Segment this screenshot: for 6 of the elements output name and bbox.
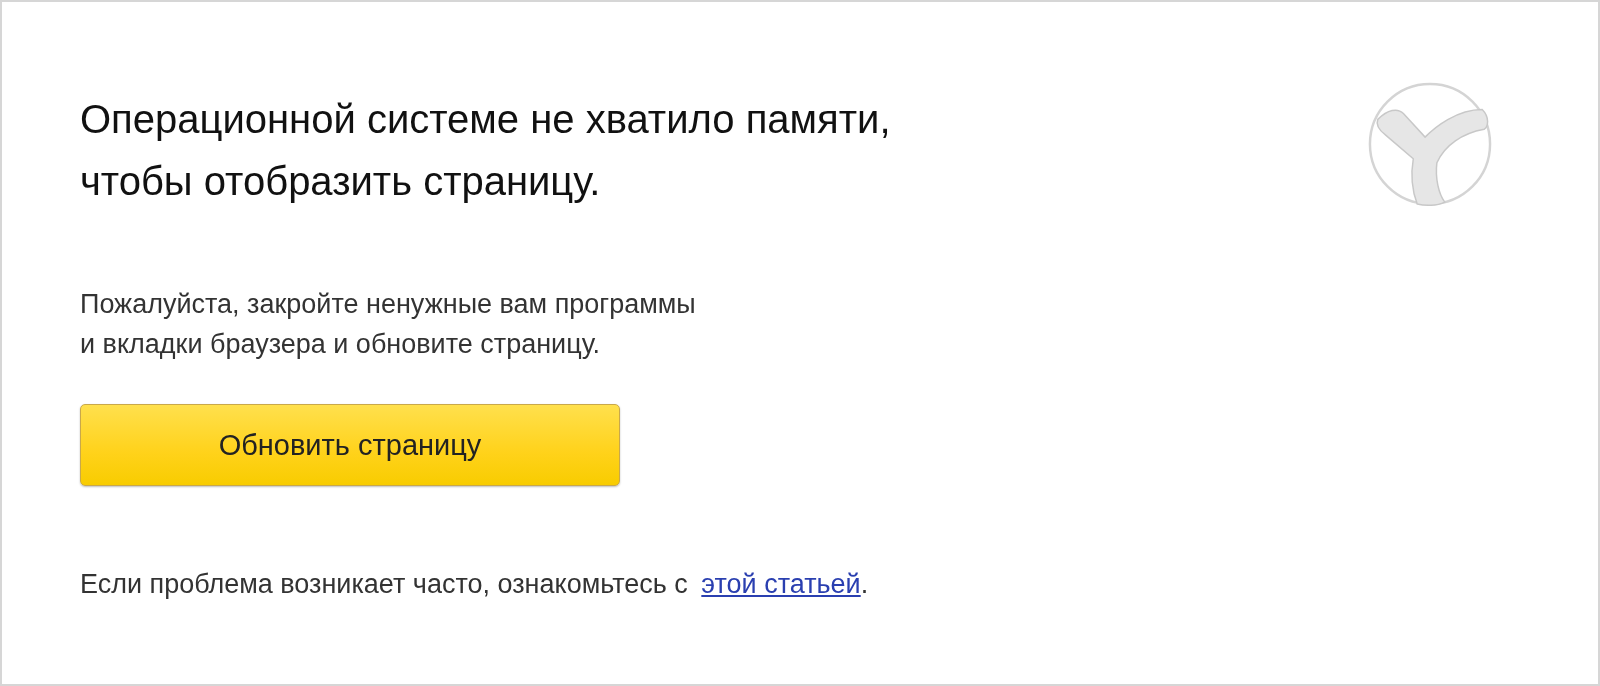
error-message: Пожалуйста, закройте ненужные вам программы и вкладки браузера и обновите страницу. xyxy=(80,288,696,361)
reload-page-button[interactable]: Обновить страницу xyxy=(80,404,620,486)
browser-logo-icon xyxy=(1366,80,1494,208)
article-link[interactable]: этой статьей xyxy=(701,569,861,599)
help-text: Если проблема возникает часто, ознакомьтесь с этой статьей. xyxy=(80,568,869,601)
error-heading: Операционной системе не хватило памяти, чтобы отобразить страницу. xyxy=(80,96,891,205)
